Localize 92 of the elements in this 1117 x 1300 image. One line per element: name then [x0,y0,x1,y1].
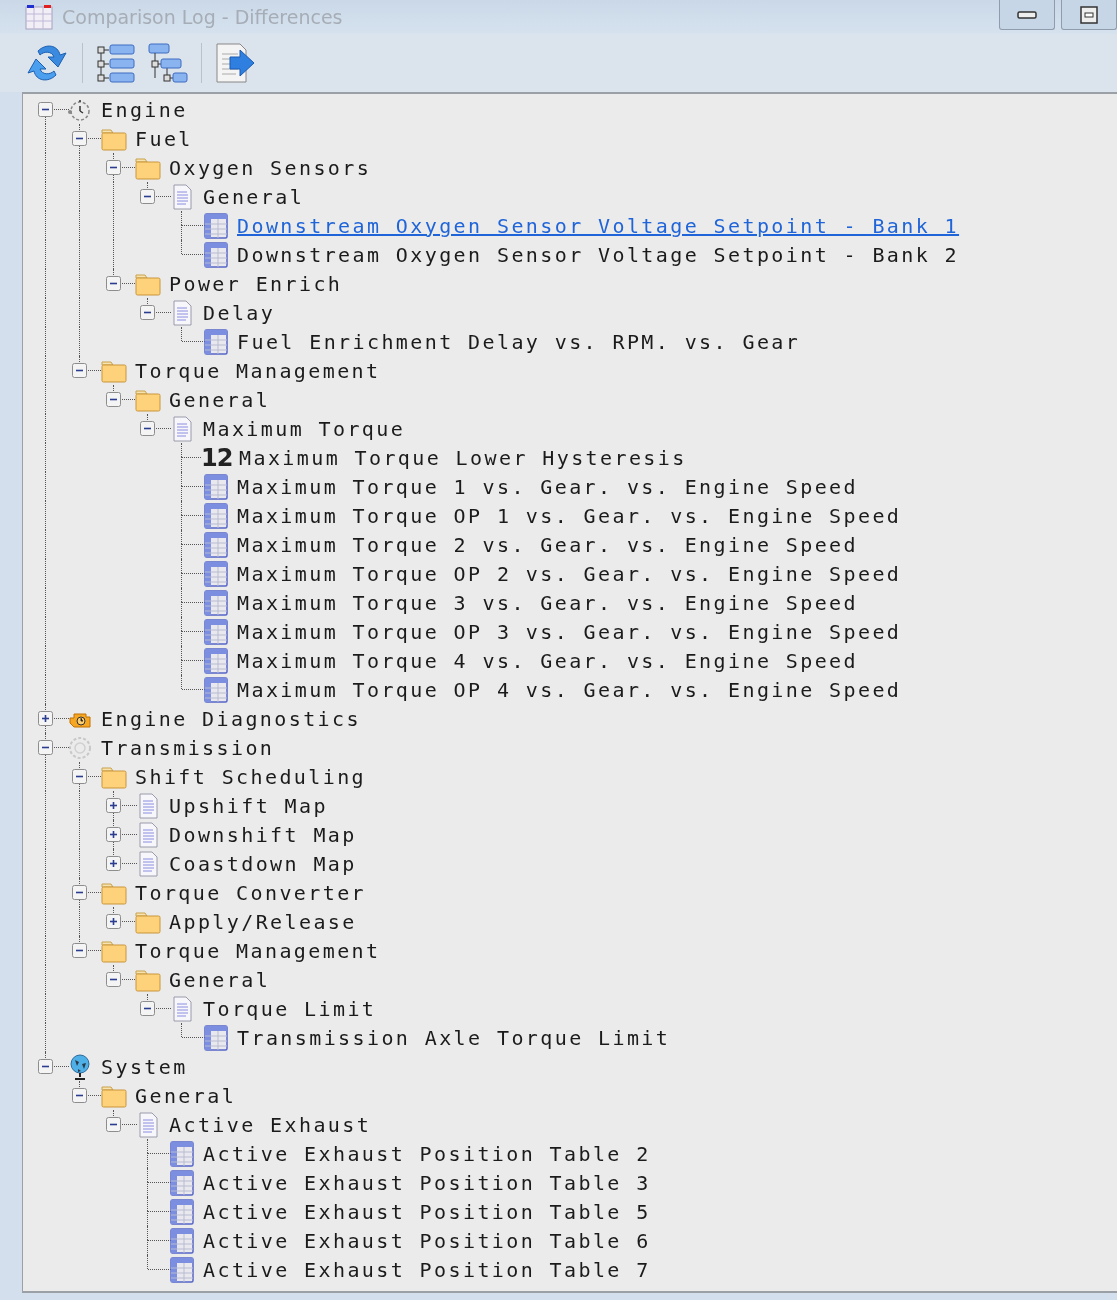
tree-item[interactable]: Fuel Enrichment Delay vs. RPM. vs. Gear [237,329,801,354]
tree-item[interactable]: General [135,1083,237,1108]
tree-item[interactable]: Maximum Torque 4 vs. Gear. vs. Engine Speed [237,648,858,673]
table-icon [203,1024,229,1051]
table-icon [203,647,229,674]
table-icon [203,676,229,703]
tree-item[interactable]: Engine [101,97,188,122]
tree-item[interactable]: Oxygen Sensors [169,155,372,180]
tree-item[interactable]: Coastdown Map [169,851,357,876]
expand-toggle[interactable] [106,827,121,842]
table-icon [203,502,229,529]
tree-item[interactable]: Active Exhaust Position Table 5 [203,1199,651,1224]
table-icon [203,560,229,587]
table-icon [203,241,229,268]
tree-item[interactable]: Torque Converter [135,880,367,905]
expand-toggle[interactable] [38,102,53,117]
tree-item[interactable]: Transmission [101,735,275,760]
tree-item[interactable]: Active Exhaust [169,1112,372,1137]
tree-item[interactable]: Torque Management [135,358,381,383]
table-icon [203,328,229,355]
minimize-button[interactable] [999,0,1055,30]
tree-item[interactable]: Downstream Oxygen Sensor Voltage Setpoint - Bank 2 [237,242,960,267]
tree-item[interactable]: Maximum Torque 3 vs. Gear. vs. Engine Speed [237,590,858,615]
table-icon [169,1256,195,1283]
tree-item[interactable]: General [169,387,271,412]
table-icon [24,4,54,30]
tree-item[interactable]: Maximum Torque Lower Hysteresis [239,445,687,470]
tree-item[interactable]: Downstream Oxygen Sensor Voltage Setpoint - Bank 1 [237,213,960,238]
tree-item[interactable]: Active Exhaust Position Table 2 [203,1141,651,1166]
expand-toggle[interactable] [72,1088,87,1103]
table-icon [169,1198,195,1225]
gear-icon [67,734,93,761]
tree-item[interactable]: Active Exhaust Position Table 6 [203,1228,651,1253]
table-icon [203,212,229,239]
tree-item[interactable]: Maximum Torque 1 vs. Gear. vs. Engine Speed [237,474,858,499]
expand-toggle[interactable] [106,160,121,175]
tree-item[interactable]: Fuel [135,126,193,151]
table-icon [169,1169,195,1196]
tree-item[interactable]: Power Enrich [169,271,343,296]
table-icon [203,589,229,616]
tree-item[interactable]: Transmission Axle Torque Limit [237,1025,671,1050]
collapse-all-button[interactable] [145,42,191,84]
tree-item[interactable]: General [203,184,305,209]
table-icon [203,531,229,558]
minimize-icon [1017,9,1037,20]
expand-toggle[interactable] [106,914,121,929]
tree-item[interactable]: Delay [203,300,276,325]
tree-item[interactable]: Downshift Map [169,822,357,847]
tree-item[interactable]: System [101,1054,188,1079]
expand-toggle[interactable] [38,711,53,726]
expand-toggle[interactable] [106,856,121,871]
tree-item[interactable]: Upshift Map [169,793,328,818]
expand-toggle[interactable] [106,1117,121,1132]
tree-item[interactable]: Maximum Torque OP 4 vs. Gear. vs. Engine Speed [237,677,902,702]
tree-item[interactable]: Maximum Torque OP 1 vs. Gear. vs. Engine Speed [237,503,902,528]
tree-item[interactable]: Apply/Release [169,909,357,934]
expand-toggle[interactable] [106,798,121,813]
expand-toggle[interactable] [140,1001,155,1016]
expand-toggle[interactable] [140,189,155,204]
tree-item[interactable]: Torque Management [135,938,381,963]
globe-icon [67,1053,93,1080]
expand-toggle[interactable] [72,363,87,378]
tree-item[interactable]: Maximum Torque OP 2 vs. Gear. vs. Engine Speed [237,561,902,586]
expand-toggle[interactable] [106,392,121,407]
expand-toggle[interactable] [106,276,121,291]
expand-toggle[interactable] [106,972,121,987]
tree-item[interactable]: Maximum Torque OP 3 vs. Gear. vs. Engine Speed [237,619,902,644]
tree-item[interactable]: Engine Diagnostics [101,706,361,731]
expand-toggle[interactable] [72,943,87,958]
table-icon [203,473,229,500]
tree-item[interactable]: General [169,967,271,992]
expand-toggle[interactable] [38,1059,53,1074]
tree-item[interactable]: Maximum Torque [203,416,406,441]
tree-item[interactable]: Shift Scheduling [135,764,367,789]
expand-toggle[interactable] [140,305,155,320]
expand-toggle[interactable] [72,131,87,146]
table-icon [203,618,229,645]
expand-toggle[interactable] [38,740,53,755]
expand-toggle[interactable] [72,769,87,784]
table-icon [169,1227,195,1254]
table-icon [169,1140,195,1167]
tree-item[interactable]: Maximum Torque 2 vs. Gear. vs. Engine Speed [237,532,858,557]
tree-item[interactable]: Active Exhaust Position Table 7 [203,1257,651,1282]
hierarchy-icon [147,42,189,84]
expand-toggle[interactable] [140,421,155,436]
expand-toggle[interactable] [72,885,87,900]
tree-list-icon [95,42,137,84]
export-icon [214,42,256,84]
maximize-button[interactable] [1061,0,1117,30]
maximize-icon [1080,5,1098,24]
tree-item[interactable]: Torque Limit [203,996,377,1021]
tree-item[interactable]: Active Exhaust Position Table 3 [203,1170,651,1195]
